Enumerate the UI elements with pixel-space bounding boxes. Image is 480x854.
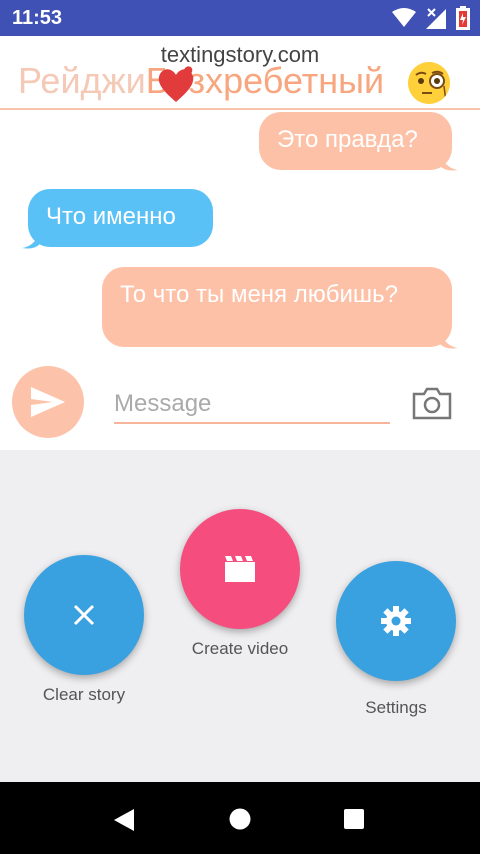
clear-story-label: Clear story — [42, 685, 126, 704]
movie-icon — [225, 556, 255, 582]
status-bar: 11:53 — [0, 0, 480, 36]
battery-low-icon — [456, 6, 470, 30]
status-time: 11:53 — [12, 7, 63, 29]
recents-icon[interactable] — [343, 808, 365, 830]
monocle-face-emoji-icon — [408, 62, 450, 104]
home-icon[interactable] — [229, 808, 251, 830]
camera-icon[interactable] — [412, 386, 452, 420]
status-icons — [392, 6, 470, 30]
back-icon[interactable] — [112, 808, 136, 832]
heart-icon — [158, 66, 194, 102]
bubble-tail — [440, 152, 458, 171]
bubble-tail — [22, 230, 40, 249]
gear-icon — [381, 606, 411, 636]
navigation-bar — [0, 782, 480, 854]
clear-story-button[interactable] — [24, 555, 144, 675]
settings-label: Settings — [365, 698, 427, 717]
bubble-tail — [440, 330, 458, 349]
message-bubble-outgoing: То что ты меня любишь? — [102, 267, 452, 347]
message-text: Это правда? — [277, 126, 418, 153]
send-button[interactable] — [12, 366, 84, 438]
close-icon — [73, 604, 95, 626]
create-video-button[interactable] — [180, 509, 300, 629]
wifi-icon — [392, 8, 416, 27]
create-video-label: Create video — [191, 639, 289, 658]
send-icon — [31, 387, 65, 417]
message-composer — [0, 362, 480, 450]
signal-off-icon — [426, 8, 446, 29]
message-bubble-incoming: Что именно — [28, 189, 213, 247]
message-text: То что ты меня любишь? — [120, 281, 398, 308]
message-input[interactable] — [114, 386, 390, 424]
message-text: Что именно — [46, 203, 176, 230]
contact-name[interactable]: РейджиБезхребетный — [18, 60, 384, 102]
settings-button[interactable] — [336, 561, 456, 681]
message-bubble-outgoing: Это правда? — [259, 112, 452, 170]
chat-header: textingstory.com РейджиБезхребетный — [0, 36, 480, 110]
action-panel: Clear story Create video Settings — [0, 450, 480, 782]
contact-name-first: Рейджи — [18, 60, 146, 101]
